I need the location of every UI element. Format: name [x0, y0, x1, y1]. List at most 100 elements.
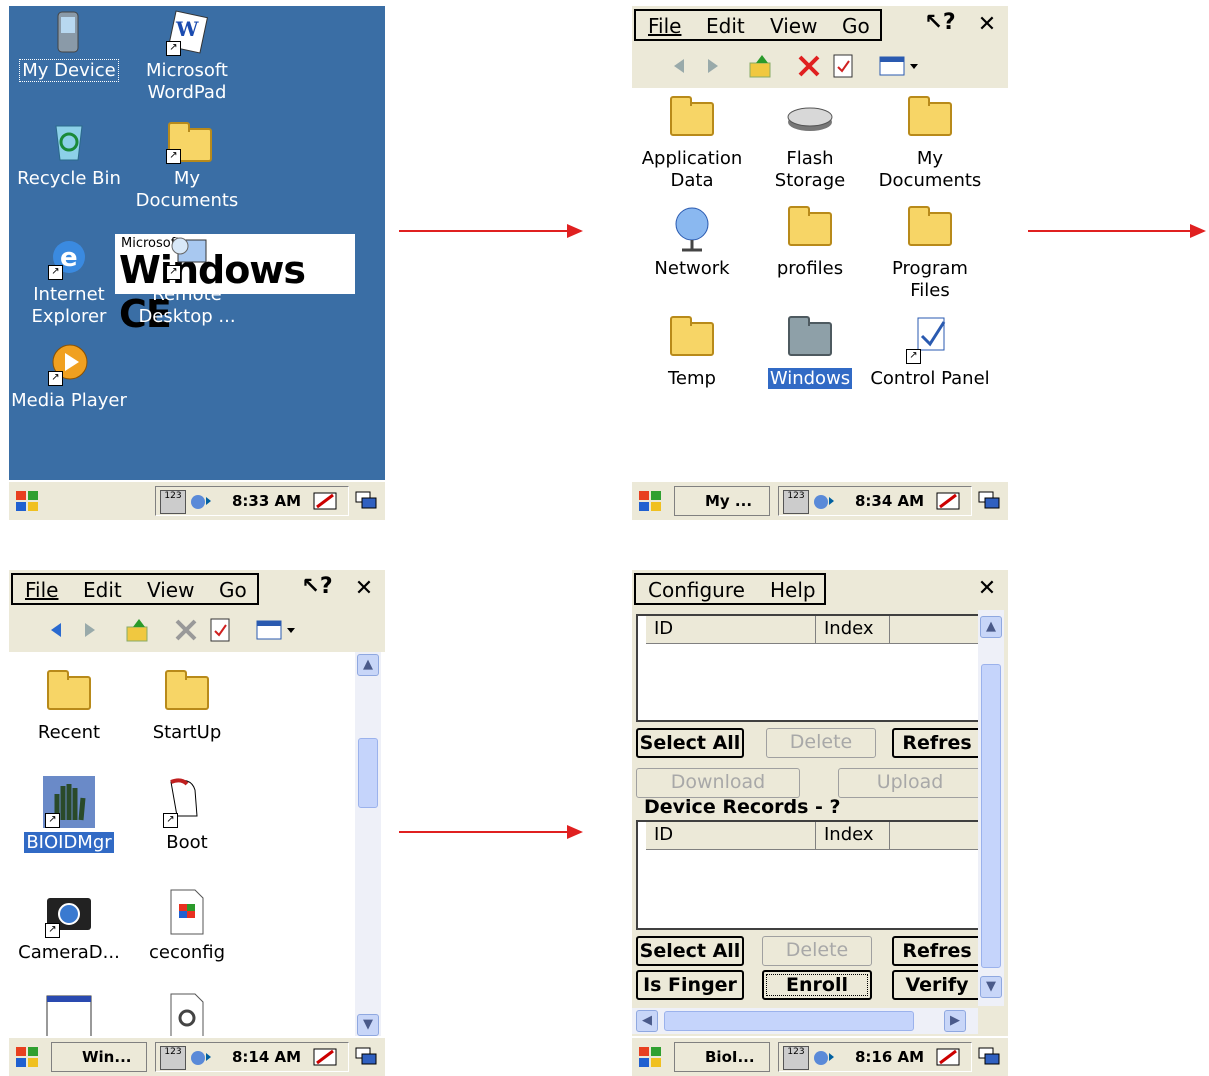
- menu-go[interactable]: Go: [842, 14, 870, 38]
- list-view-2[interactable]: ID Index: [636, 820, 980, 930]
- file-item-flash-storage[interactable]: Flash Storage: [750, 92, 870, 192]
- file-item-network[interactable]: Network: [632, 202, 752, 280]
- vertical-scrollbar[interactable]: ▲ ▼: [355, 652, 381, 1038]
- keyboard-icon[interactable]: 123: [783, 1046, 809, 1070]
- keyboard-icon[interactable]: 123: [783, 490, 809, 514]
- network-status-icon[interactable]: [188, 1046, 212, 1068]
- menu-edit[interactable]: Edit: [706, 14, 745, 38]
- file-item-profiles[interactable]: profiles: [750, 202, 870, 280]
- desktop-icon-recycle-bin[interactable]: Recycle Bin: [9, 118, 129, 190]
- desktop-icon-media-player[interactable]: ↗ Media Player: [9, 340, 129, 412]
- network-status-icon[interactable]: [811, 490, 835, 512]
- properties-icon[interactable]: [205, 615, 235, 645]
- menu-go[interactable]: Go: [219, 578, 247, 602]
- download-button[interactable]: Download: [636, 768, 800, 798]
- taskbar-button-my-device[interactable]: My ...: [674, 486, 770, 516]
- file-item-window-app[interactable]: [9, 990, 129, 1042]
- delete-icon[interactable]: [171, 615, 201, 645]
- menu-view[interactable]: View: [770, 14, 817, 38]
- menu-edit[interactable]: Edit: [83, 578, 122, 602]
- select-all-button[interactable]: Select All: [636, 936, 744, 966]
- scroll-thumb[interactable]: [358, 738, 378, 808]
- back-arrow-icon[interactable]: [664, 51, 694, 81]
- desktop-switch-icon[interactable]: [978, 490, 1002, 512]
- file-item-control-panel[interactable]: ↗ Control Panel: [870, 312, 990, 390]
- help-cursor-icon[interactable]: ↖?: [920, 10, 960, 40]
- close-icon[interactable]: ✕: [970, 574, 1004, 604]
- taskbar-button-bioid[interactable]: BioI...: [674, 1042, 770, 1072]
- taskbar-button-windows[interactable]: Win...: [51, 1042, 147, 1072]
- back-arrow-icon[interactable]: [41, 615, 71, 645]
- file-item-camera[interactable]: ↗ CameraD...: [9, 886, 129, 964]
- file-item-bioidmgr[interactable]: ↗ BIOIDMgr: [9, 776, 129, 854]
- refresh-button[interactable]: Refres: [892, 936, 982, 966]
- horizontal-scroll-thumb[interactable]: [664, 1011, 914, 1031]
- start-button[interactable]: [13, 1044, 41, 1070]
- input-panel-icon[interactable]: [936, 1046, 960, 1068]
- vertical-scrollbar[interactable]: ▲ ▼: [978, 610, 1004, 1006]
- file-item-boot[interactable]: ↗ Boot: [127, 776, 247, 854]
- scroll-left-icon[interactable]: ◀: [636, 1010, 658, 1032]
- desktop-icon-internet-explorer[interactable]: e ↗ Internet Explorer: [9, 234, 129, 328]
- column-header-index[interactable]: Index: [816, 822, 890, 850]
- view-options-icon[interactable]: [253, 615, 301, 645]
- scroll-up-icon[interactable]: ▲: [980, 616, 1002, 638]
- desktop-switch-icon[interactable]: [355, 490, 379, 512]
- help-cursor-icon[interactable]: ↖?: [297, 574, 337, 604]
- horizontal-scrollbar[interactable]: ◀ ▶: [632, 1008, 978, 1034]
- up-folder-icon[interactable]: [123, 615, 153, 645]
- properties-icon[interactable]: [828, 51, 858, 81]
- refresh-button[interactable]: Refres: [892, 728, 982, 758]
- file-item-my-documents[interactable]: My Documents: [870, 92, 990, 192]
- is-finger-button[interactable]: Is Finger: [636, 970, 744, 1000]
- desktop-icon-my-documents[interactable]: ↗ My Documents: [127, 118, 247, 212]
- menu-configure[interactable]: Configure: [648, 578, 745, 602]
- scroll-down-icon[interactable]: ▼: [357, 1014, 379, 1036]
- menu-file[interactable]: File: [25, 578, 58, 602]
- file-item-application-data[interactable]: Application Data: [632, 92, 752, 192]
- column-header-id[interactable]: ID: [646, 822, 816, 850]
- start-button[interactable]: [636, 488, 664, 514]
- desktop-icon-my-device[interactable]: My Device: [9, 10, 129, 82]
- scroll-up-icon[interactable]: ▲: [357, 654, 379, 676]
- scroll-right-icon[interactable]: ▶: [944, 1010, 966, 1032]
- delete-button[interactable]: Delete: [766, 728, 876, 758]
- input-panel-icon[interactable]: [313, 490, 337, 512]
- desktop-switch-icon[interactable]: [978, 1046, 1002, 1068]
- column-header-index[interactable]: Index: [816, 616, 890, 644]
- select-all-button[interactable]: Select All: [636, 728, 744, 758]
- delete-button[interactable]: Delete: [762, 936, 872, 966]
- enroll-button[interactable]: Enroll: [762, 970, 872, 1000]
- file-item-temp[interactable]: Temp: [632, 312, 752, 390]
- keyboard-icon[interactable]: 123: [160, 490, 186, 514]
- upload-button[interactable]: Upload: [838, 768, 982, 798]
- column-header-id[interactable]: ID: [646, 616, 816, 644]
- delete-icon[interactable]: [794, 51, 824, 81]
- file-item-program-files[interactable]: Program Files: [870, 202, 990, 302]
- desktop-icon-wordpad[interactable]: W ↗ Microsoft WordPad: [127, 10, 247, 104]
- file-item-windows[interactable]: Windows: [750, 312, 870, 390]
- network-status-icon[interactable]: [811, 1046, 835, 1068]
- desktop-switch-icon[interactable]: [355, 1046, 379, 1068]
- list-view-1[interactable]: ID Index: [636, 614, 980, 722]
- up-folder-icon[interactable]: [746, 51, 776, 81]
- verify-button[interactable]: Verify: [892, 970, 982, 1000]
- scroll-down-icon[interactable]: ▼: [980, 976, 1002, 998]
- close-icon[interactable]: ✕: [970, 10, 1004, 40]
- close-icon[interactable]: ✕: [347, 574, 381, 604]
- file-item-settings-file[interactable]: [127, 990, 247, 1042]
- desktop-icon-remote-desktop[interactable]: ↗ Remote Desktop ...: [127, 234, 247, 328]
- keyboard-icon[interactable]: 123: [160, 1046, 186, 1070]
- forward-arrow-icon[interactable]: [698, 51, 728, 81]
- network-status-icon[interactable]: [188, 490, 212, 512]
- scroll-thumb[interactable]: [981, 664, 1001, 968]
- menu-file[interactable]: File: [648, 14, 681, 38]
- start-button[interactable]: [13, 488, 41, 514]
- start-button[interactable]: [636, 1044, 664, 1070]
- file-item-ceconfig[interactable]: ceconfig: [127, 886, 247, 964]
- input-panel-icon[interactable]: [313, 1046, 337, 1068]
- forward-arrow-icon[interactable]: [75, 615, 105, 645]
- menu-help[interactable]: Help: [770, 578, 816, 602]
- view-options-icon[interactable]: [876, 51, 924, 81]
- input-panel-icon[interactable]: [936, 490, 960, 512]
